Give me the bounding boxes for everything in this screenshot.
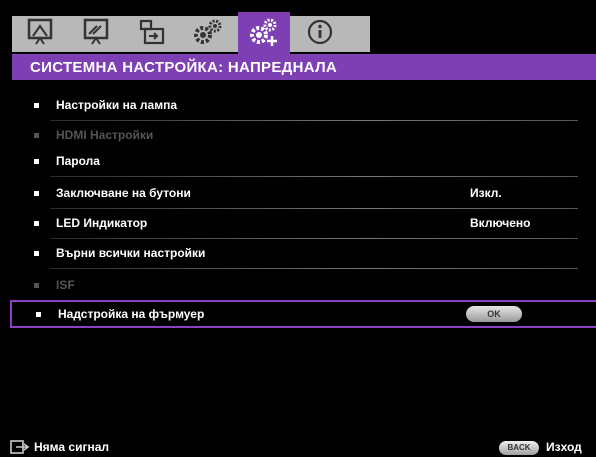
menu-item-label: Върни всички настройки <box>56 246 206 260</box>
input-source-icon <box>10 440 30 454</box>
tab-picture[interactable] <box>70 12 122 52</box>
bullet-icon <box>34 250 39 256</box>
ok-button[interactable]: OK <box>466 306 522 322</box>
exit-label: Изход <box>546 440 582 454</box>
divider <box>50 268 578 269</box>
bullet-icon <box>34 132 39 138</box>
divider <box>50 176 578 177</box>
bullet-icon <box>34 282 39 288</box>
menu-item-label: Настройки на лампа <box>56 98 177 112</box>
menu-item-password[interactable]: Парола <box>12 146 578 176</box>
menu-item-label: Заключване на бутони <box>56 186 191 200</box>
projector-display-icon <box>27 18 53 45</box>
tab-source[interactable] <box>126 12 178 52</box>
tab-info[interactable] <box>294 12 346 52</box>
menu-item-isf: ISF <box>12 270 578 300</box>
key-lock-value: Изкл. <box>470 186 502 200</box>
signal-status: Няма сигнал <box>34 440 109 454</box>
menu-item-label: Надстройка на фърмуер <box>58 307 205 321</box>
settings-basic-icon <box>194 19 222 44</box>
menu-item-label: Парола <box>56 154 100 168</box>
menu-item-key-lock[interactable]: Заключване на бутони Изкл. <box>12 178 578 208</box>
tab-settings-advanced[interactable] <box>238 12 290 54</box>
footer-bar: Няма сигнал BACK Изход <box>0 437 596 457</box>
page-title: СИСТЕМНА НАСТРОЙКА: НАПРЕДНАЛА <box>30 58 338 76</box>
menu-item-label: ISF <box>56 278 75 292</box>
menu-item-reset-all[interactable]: Върни всички настройки <box>12 238 578 268</box>
menu-item-label: HDMI Настройки <box>56 128 154 142</box>
menu-item-led-indicator[interactable]: LED Индикатор Включено <box>12 208 578 238</box>
menu-item-lamp-settings[interactable]: Настройки на лампа <box>12 90 578 120</box>
tab-bar <box>0 0 596 54</box>
back-button[interactable]: BACK <box>499 441 539 455</box>
info-icon <box>307 19 333 45</box>
tab-settings-basic[interactable] <box>182 12 234 52</box>
menu-title-bar: СИСТЕМНА НАСТРОЙКА: НАПРЕДНАЛА <box>12 54 596 80</box>
source-input-icon <box>139 19 165 45</box>
menu-item-label: LED Индикатор <box>56 216 148 230</box>
bullet-icon <box>34 220 39 226</box>
projector-picture-icon <box>83 18 109 45</box>
bullet-icon <box>34 190 39 196</box>
bullet-icon <box>34 102 39 108</box>
bullet-icon <box>34 158 39 164</box>
settings-advanced-icon <box>250 18 277 46</box>
tab-display[interactable] <box>14 12 66 52</box>
menu-item-firmware-upgrade[interactable]: Надстройка на фърмуер OK <box>10 300 596 328</box>
led-indicator-value: Включено <box>470 216 531 230</box>
bullet-icon <box>36 311 41 317</box>
